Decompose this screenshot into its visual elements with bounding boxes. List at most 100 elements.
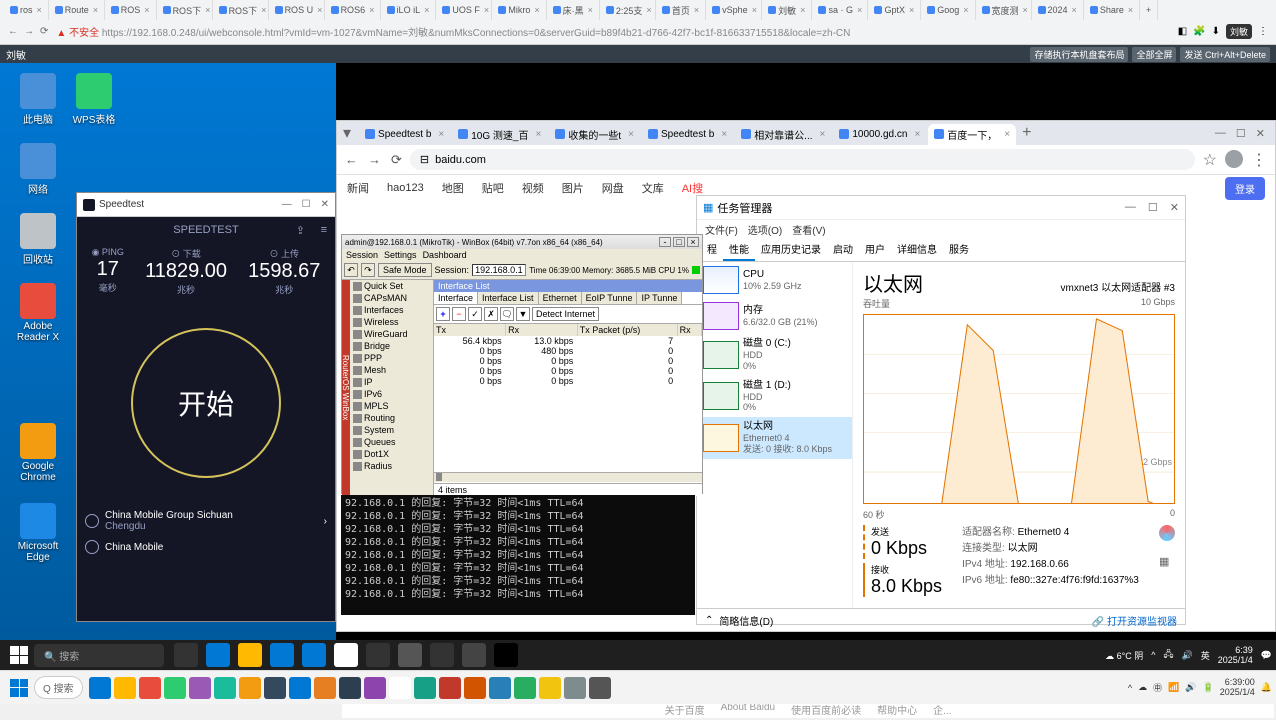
minimize-icon[interactable]: - xyxy=(659,237,671,247)
close-icon[interactable]: ✕ xyxy=(1170,201,1179,214)
vsphere-button[interactable]: 存储执行本机盘套布局 xyxy=(1030,47,1128,62)
taskbar-app-icon[interactable] xyxy=(564,677,586,699)
ime-icon[interactable]: ㊥ xyxy=(1153,681,1162,694)
cmd-window[interactable]: 92.168.0.1 的回复: 字节=32 时间<1ms TTL=64 92.1… xyxy=(341,495,695,615)
inner-url-field[interactable]: ⊟ baidu.com xyxy=(410,149,1195,170)
taskbar-app-icon[interactable] xyxy=(239,677,261,699)
battery-icon[interactable]: 🔋 xyxy=(1203,682,1214,693)
taskbar-app-icon[interactable] xyxy=(489,677,511,699)
menu-item[interactable]: 选项(O) xyxy=(748,222,782,237)
perf-item-mem[interactable]: 内存6.6/32.0 GB (21%) xyxy=(697,298,852,334)
taskbar-app-icon[interactable] xyxy=(339,677,361,699)
sidebar-item[interactable]: Radius xyxy=(350,460,433,472)
browser-tab[interactable]: Route× xyxy=(49,0,105,20)
safe-mode-button[interactable]: Safe Mode xyxy=(378,263,432,277)
taskbar-app-icon[interactable] xyxy=(164,677,186,699)
tab-search-icon[interactable]: ▾ xyxy=(337,123,357,143)
taskbar-app-icon[interactable] xyxy=(214,677,236,699)
site-info-icon[interactable]: ⊟ xyxy=(420,153,429,166)
chrome-tab[interactable]: Speedtest b× xyxy=(642,124,733,145)
taskbar-app-icon[interactable] xyxy=(139,677,161,699)
tab[interactable]: IP Tunne xyxy=(637,292,682,304)
sidebar-item[interactable]: PPP xyxy=(350,352,433,364)
comment-icon[interactable]: 🗨 xyxy=(500,307,514,321)
onedrive-icon[interactable]: ☁ xyxy=(1138,682,1147,693)
tray-chevron-icon[interactable]: ^ xyxy=(1151,650,1155,660)
app-icon[interactable] xyxy=(462,643,486,667)
minimize-icon[interactable]: — xyxy=(1215,127,1226,140)
sidebar-item[interactable]: Dot1X xyxy=(350,448,433,460)
store-icon[interactable] xyxy=(270,643,294,667)
menu-item[interactable]: Dashboard xyxy=(423,250,467,260)
chrome-tab[interactable]: Speedtest b× xyxy=(359,124,450,145)
perf-item-cpu[interactable]: CPU10% 2.59 GHz xyxy=(697,262,852,298)
forward-icon[interactable]: → xyxy=(24,26,34,37)
chrome-tab[interactable]: 收集的一些t× xyxy=(549,124,640,145)
footer-link[interactable]: 企... xyxy=(933,702,951,716)
footer-link[interactable]: About Baidu xyxy=(721,702,776,716)
browser-tab[interactable]: ros× xyxy=(4,0,49,20)
app-icon[interactable] xyxy=(366,643,390,667)
minimize-icon[interactable]: — xyxy=(282,199,292,210)
browser-tab[interactable]: ROS下× xyxy=(213,0,269,20)
footer-link[interactable]: 关于百度 xyxy=(665,702,705,716)
profile-badge[interactable]: 刘敏 xyxy=(1226,24,1252,39)
footer-link[interactable]: 使用百度前必读 xyxy=(791,702,861,716)
browser-tab[interactable]: Share× xyxy=(1084,0,1140,20)
taskbar-app-icon[interactable] xyxy=(464,677,486,699)
taskbar-app-icon[interactable] xyxy=(514,677,536,699)
table-row[interactable]: 0 bps480 bps0 xyxy=(434,346,702,356)
server-row[interactable]: China Mobile Group SichuanChengdu› xyxy=(77,506,335,536)
chrome-tab[interactable]: 百度一下，× xyxy=(928,124,1016,145)
chrome-tab[interactable]: 10G 测速_百× xyxy=(452,124,547,145)
resource-monitor-link[interactable]: 🔗 打开资源监视器 xyxy=(1092,613,1177,628)
mail-icon[interactable] xyxy=(302,643,326,667)
baidu-nav-link[interactable]: 贴吧 xyxy=(482,180,504,196)
browser-tab[interactable]: GptX× xyxy=(868,0,921,20)
undo-icon[interactable]: ↶ xyxy=(344,263,358,277)
desktop-icon[interactable]: WPS表格 xyxy=(66,73,122,126)
chrome-icon[interactable] xyxy=(334,643,358,667)
new-tab-icon[interactable]: + xyxy=(1016,124,1037,142)
scroll-left-icon[interactable] xyxy=(436,473,442,481)
tab[interactable]: 启动 xyxy=(827,238,859,261)
extension-icon[interactable]: ◧ xyxy=(1178,26,1187,37)
sidebar-item[interactable]: MPLS xyxy=(350,400,433,412)
baidu-nav-link[interactable]: 视频 xyxy=(522,180,544,196)
reload-icon[interactable]: ⟳ xyxy=(391,152,402,168)
copilot-icon[interactable] xyxy=(1159,525,1175,541)
chrome-tab[interactable]: 相对靠谱公...× xyxy=(735,124,831,145)
taskbar-app-icon[interactable] xyxy=(589,677,611,699)
taskview-icon[interactable] xyxy=(174,643,198,667)
browser-tab[interactable]: ROS× xyxy=(105,0,157,20)
less-details[interactable]: 简略信息(D) xyxy=(719,613,773,628)
weather-widget[interactable]: ☁ 6°C 阴 xyxy=(1105,649,1143,662)
browser-tab[interactable]: UOS F× xyxy=(436,0,492,20)
desktop-icon[interactable]: Adobe Reader X xyxy=(10,283,66,343)
menu-icon[interactable]: ⋮ xyxy=(1251,150,1267,170)
browser-tab[interactable]: vSphe× xyxy=(706,0,762,20)
download-icon[interactable]: ⬇ xyxy=(1212,26,1220,37)
maximize-icon[interactable]: ☐ xyxy=(1148,201,1158,214)
taskbar-app-icon[interactable] xyxy=(189,677,211,699)
tab[interactable]: Interface List xyxy=(478,292,539,304)
table-row[interactable]: 56.4 kbps13.0 kbps7 xyxy=(434,336,702,346)
menu-item[interactable]: Settings xyxy=(384,250,417,260)
cmd-icon[interactable] xyxy=(494,643,518,667)
sidebar-item[interactable]: IP xyxy=(350,376,433,388)
baidu-nav-link[interactable]: 图片 xyxy=(562,180,584,196)
settings-icon[interactable] xyxy=(430,643,454,667)
vsphere-button[interactable]: 发送 Ctrl+Alt+Delete xyxy=(1180,47,1270,62)
taskbar-app-icon[interactable] xyxy=(314,677,336,699)
perf-item-disk[interactable]: 磁盘 0 (C:)HDD 0% xyxy=(697,334,852,376)
start-button[interactable] xyxy=(10,646,28,664)
minimize-icon[interactable]: — xyxy=(1125,201,1136,214)
network-icon[interactable]: 🖧 xyxy=(1163,647,1173,663)
speedtest-titlebar[interactable]: Speedtest — ☐ ✕ xyxy=(77,193,335,217)
taskbar-app-icon[interactable] xyxy=(114,677,136,699)
sidebar-item[interactable]: Routing xyxy=(350,412,433,424)
browser-tab[interactable]: ROS U× xyxy=(269,0,325,20)
menu-icon[interactable]: ⋮ xyxy=(1258,26,1268,37)
tab[interactable]: Interface xyxy=(434,292,478,304)
taskbar-app-icon[interactable] xyxy=(364,677,386,699)
